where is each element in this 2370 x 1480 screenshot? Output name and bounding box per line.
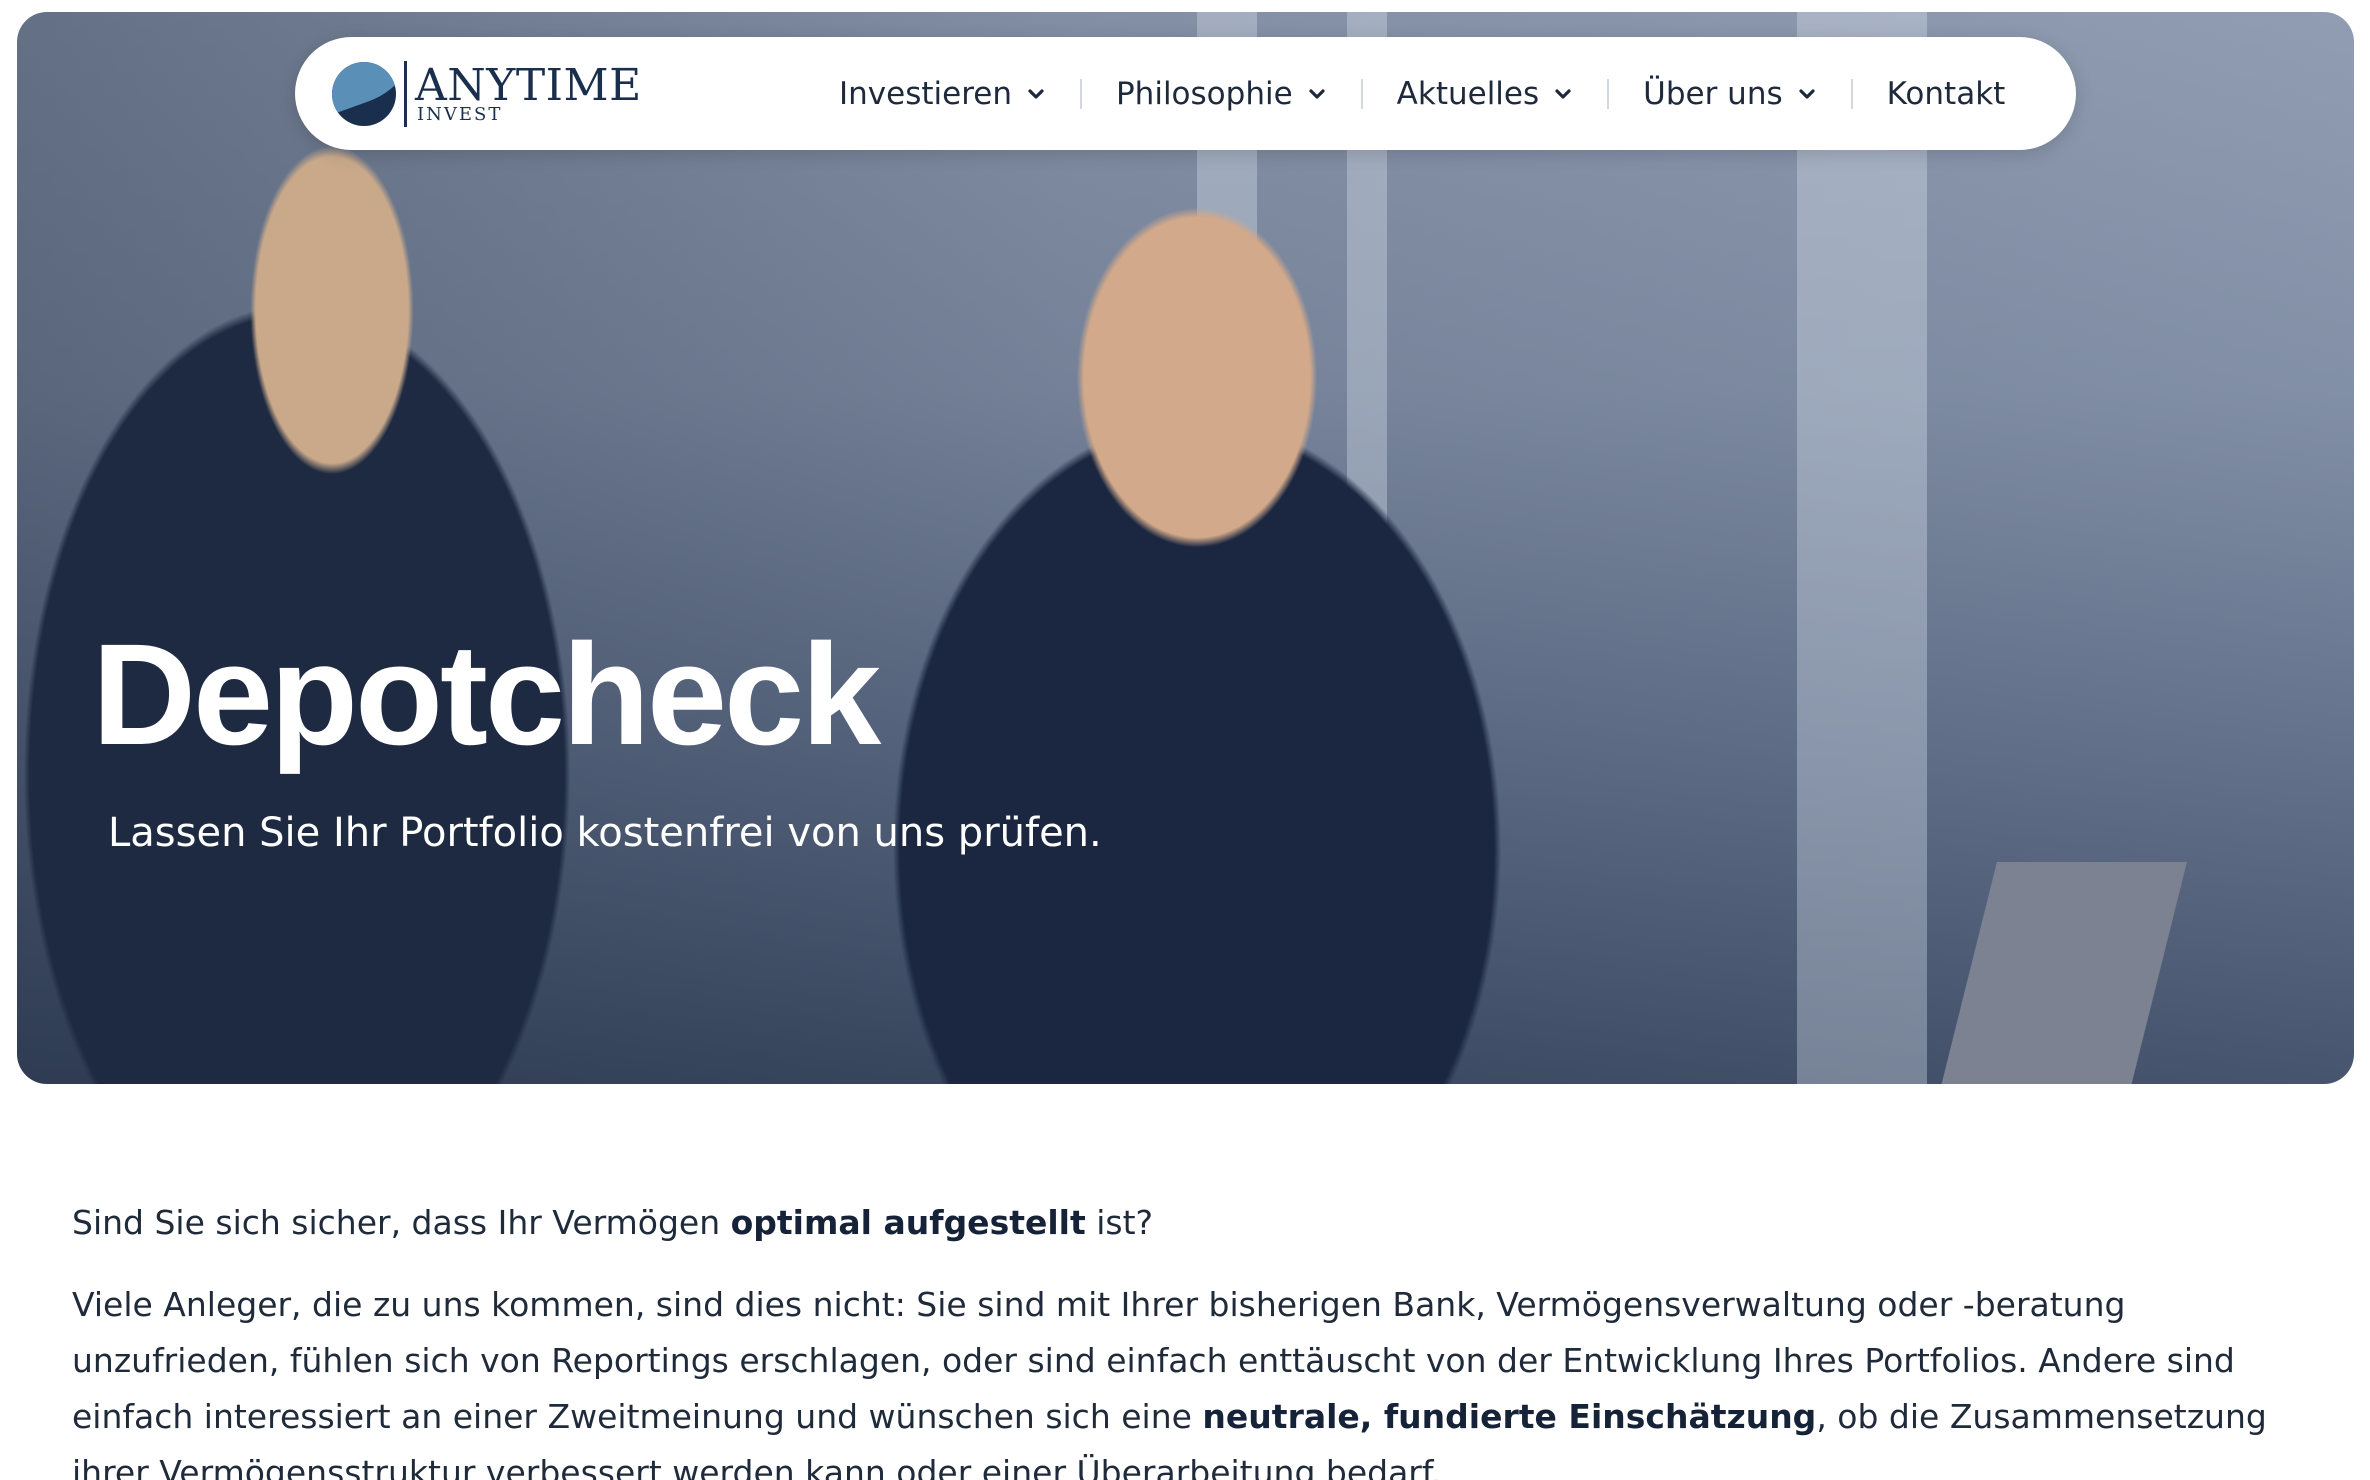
nav-item-philosophie[interactable]: Philosophie (1082, 76, 1361, 112)
nav-item-aktuelles[interactable]: Aktuelles (1363, 76, 1607, 112)
window-frame (1797, 12, 1927, 1084)
nav-item-investieren[interactable]: Investieren (805, 76, 1080, 112)
logo-mark-icon (332, 62, 396, 126)
nav-item-label: Kontakt (1886, 75, 2006, 112)
body-paragraph: Viele Anleger, die zu uns kommen, sind d… (72, 1277, 2302, 1480)
text-span: ist? (1085, 1203, 1154, 1242)
chevron-down-icon (1028, 88, 1044, 99)
chevron-down-icon (1309, 88, 1325, 99)
chevron-down-icon (1799, 88, 1815, 99)
hero-banner: Depotcheck Lassen Sie Ihr Portfolio kost… (17, 12, 2354, 1084)
hero-subtitle: Lassen Sie Ihr Portfolio kostenfrei von … (108, 810, 1102, 856)
hero-photo-person-left (17, 52, 717, 1084)
logo-divider (404, 61, 407, 127)
hero-photo-laptop (1937, 862, 2187, 1084)
logo-link[interactable]: ANYTIME INVEST (332, 59, 642, 129)
main-nav: Investieren Philosophie Aktuelles Über u… (805, 37, 2039, 150)
chevron-down-icon (1555, 88, 1571, 99)
logo-title: ANYTIME (415, 60, 642, 111)
nav-item-label: Investieren (839, 75, 1012, 112)
hero-title: Depotcheck (92, 614, 881, 775)
nav-item-label: Philosophie (1115, 75, 1293, 112)
nav-item-kontakt[interactable]: Kontakt (1853, 76, 2040, 112)
logo-text: ANYTIME INVEST (415, 64, 642, 124)
main-content: Sind Sie sich sicher, dass Ihr Vermögen … (72, 1195, 2302, 1480)
nav-item-label: Aktuelles (1396, 75, 1540, 112)
nav-item-label: Über uns (1643, 75, 1783, 112)
bold-text: neutrale, fundierte Einschätzung (1202, 1397, 1817, 1436)
bold-text: optimal aufgestellt (730, 1203, 1086, 1242)
navbar: ANYTIME INVEST Investieren Philosophie A… (295, 37, 2076, 150)
nav-item-ueber-uns[interactable]: Über uns (1609, 76, 1851, 112)
text-span: Sind Sie sich sicher, dass Ihr Vermögen (72, 1203, 731, 1242)
intro-paragraph: Sind Sie sich sicher, dass Ihr Vermögen … (72, 1195, 2302, 1251)
